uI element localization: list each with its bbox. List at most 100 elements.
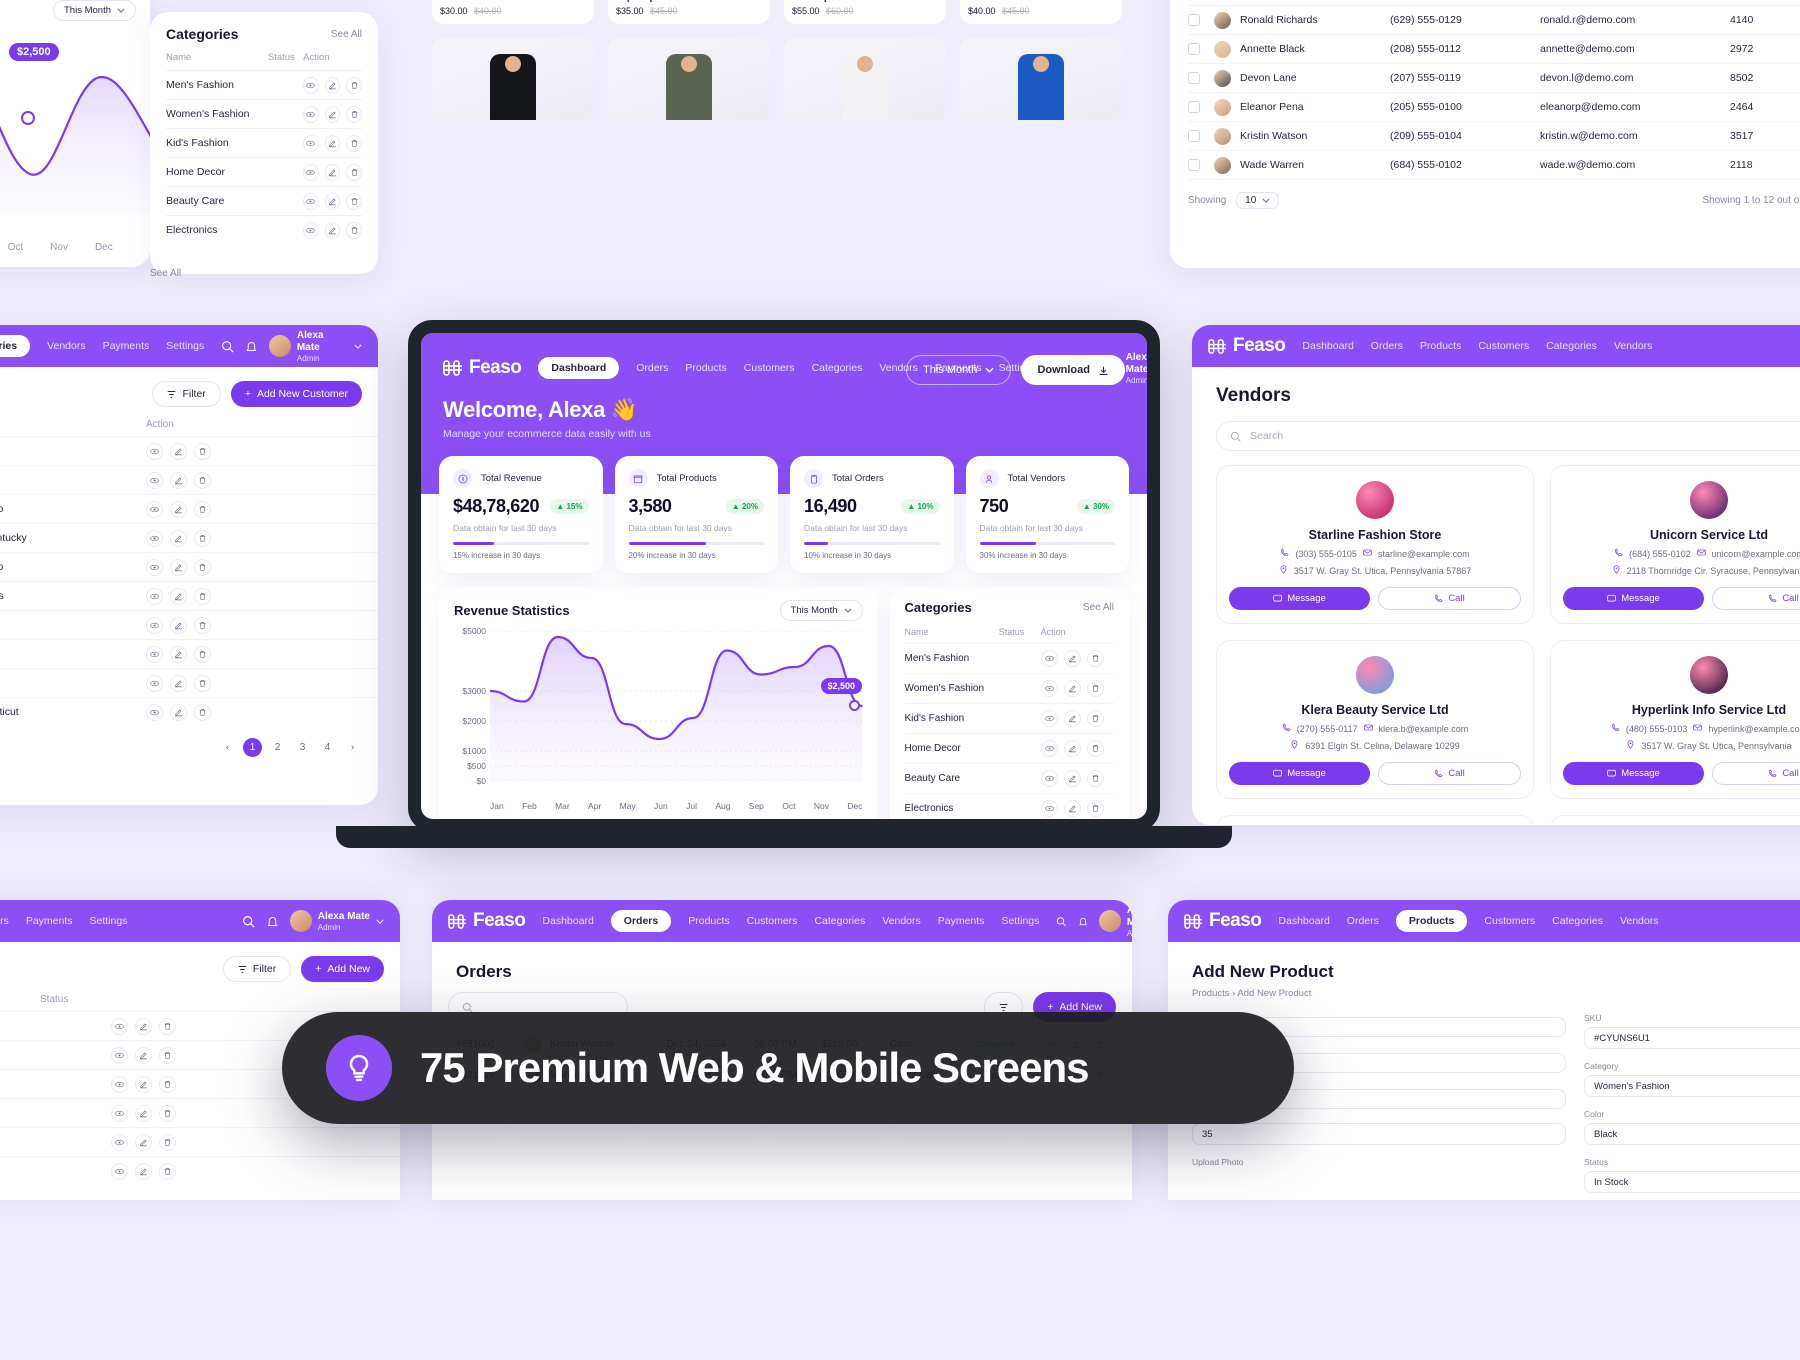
product-card[interactable] xyxy=(784,38,946,120)
add-new-button[interactable]: + Add New xyxy=(301,956,384,982)
view-button[interactable] xyxy=(146,500,163,518)
vendor-card[interactable]: Jacob Co Service Ltd xyxy=(1550,815,1800,825)
nav-payments[interactable]: Payments xyxy=(103,340,150,352)
view-button[interactable] xyxy=(111,1046,128,1064)
edit-button[interactable] xyxy=(170,471,187,489)
nav-settings[interactable]: Settings xyxy=(166,340,204,352)
vendor-card[interactable]: Hyperlink Info Service Ltd (480) 555-010… xyxy=(1550,640,1800,799)
delete-button[interactable] xyxy=(346,134,362,152)
delete-button[interactable] xyxy=(1086,799,1104,817)
call-button[interactable]: Call xyxy=(1712,762,1800,785)
search-icon[interactable] xyxy=(221,340,234,353)
view-button[interactable] xyxy=(303,163,319,181)
download-button[interactable]: Download xyxy=(1021,355,1125,385)
delete-button[interactable] xyxy=(194,616,211,634)
nav-orders[interactable]: Orders xyxy=(636,362,668,374)
view-button[interactable] xyxy=(111,1075,128,1093)
delete-button[interactable] xyxy=(346,192,362,210)
nav-orders[interactable]: Orders xyxy=(1347,915,1379,927)
nav-orders[interactable]: Orders xyxy=(610,910,672,932)
edit-button[interactable] xyxy=(324,134,341,152)
nav-categories[interactable]: Categories xyxy=(1546,340,1597,352)
see-all-link[interactable]: See All xyxy=(331,29,362,40)
edit-button[interactable] xyxy=(170,529,187,547)
edit-button[interactable] xyxy=(324,76,341,94)
nav-categories[interactable]: Categories xyxy=(1552,915,1603,927)
edit-button[interactable] xyxy=(135,1017,152,1035)
edit-button[interactable] xyxy=(1063,799,1081,817)
nav-products[interactable]: Products xyxy=(1395,910,1468,932)
delete-button[interactable] xyxy=(159,1104,176,1122)
edit-button[interactable] xyxy=(324,163,341,181)
view-button[interactable] xyxy=(303,105,319,123)
rows-per-page-select[interactable]: 10 xyxy=(1236,192,1280,209)
delete-button[interactable] xyxy=(194,471,211,489)
delete-button[interactable] xyxy=(1086,769,1104,787)
nav-products[interactable]: Products xyxy=(1420,340,1461,352)
row-checkbox[interactable] xyxy=(1188,159,1200,171)
row-checkbox[interactable] xyxy=(1188,14,1200,26)
edit-button[interactable] xyxy=(1063,769,1081,787)
edit-button[interactable] xyxy=(324,105,341,123)
view-button[interactable] xyxy=(1040,799,1058,817)
delete-button[interactable] xyxy=(1086,649,1104,667)
product-card[interactable]: Topshop Shoulder Dress $35.00 $45.00 xyxy=(608,0,770,24)
nav-products[interactable]: Products xyxy=(688,915,729,927)
filter-button[interactable]: Filter xyxy=(152,381,221,407)
nav-categories[interactable]: Categories xyxy=(812,362,863,374)
edit-button[interactable] xyxy=(135,1162,152,1180)
nav-orders[interactable]: Orders xyxy=(1371,340,1403,352)
nav-categories[interactable]: Categories xyxy=(814,915,865,927)
edit-button[interactable] xyxy=(135,1133,152,1151)
filter-button[interactable]: Filter xyxy=(222,956,292,982)
user-menu[interactable]: Alexa Mate Admin xyxy=(289,910,384,932)
edit-button[interactable] xyxy=(170,674,187,692)
message-button[interactable]: Message xyxy=(1229,762,1370,785)
view-button[interactable] xyxy=(146,674,163,692)
delete-button[interactable] xyxy=(159,1046,176,1064)
view-button[interactable] xyxy=(1040,769,1058,787)
view-button[interactable] xyxy=(146,616,163,634)
edit-button[interactable] xyxy=(170,442,187,460)
view-button[interactable] xyxy=(1040,739,1058,757)
mini-period-chip[interactable]: This Month xyxy=(53,0,136,21)
brand-logo[interactable]: Feaso xyxy=(1184,910,1262,932)
nav-customers[interactable]: Customers xyxy=(744,362,795,374)
nav-payments[interactable]: Payments xyxy=(26,915,73,927)
nav-dashboard[interactable]: Dashboard xyxy=(1302,340,1353,352)
search-icon[interactable] xyxy=(1056,915,1067,928)
nav-dashboard[interactable]: Dashboard xyxy=(1278,915,1329,927)
delete-button[interactable] xyxy=(194,442,211,460)
bell-icon[interactable] xyxy=(1078,915,1088,928)
view-button[interactable] xyxy=(1040,649,1058,667)
edit-button[interactable] xyxy=(135,1075,152,1093)
nav-vendors[interactable]: Vendors xyxy=(1620,915,1659,927)
message-button[interactable]: Message xyxy=(1563,587,1704,610)
edit-button[interactable] xyxy=(324,221,341,239)
field-input[interactable]: #CYUNS6U1 xyxy=(1584,1027,1800,1049)
view-button[interactable] xyxy=(146,442,163,460)
delete-button[interactable] xyxy=(194,500,211,518)
delete-button[interactable] xyxy=(346,221,362,239)
add-new-customer-button[interactable]: + Add New Customer xyxy=(230,381,362,407)
vendor-card[interactable]: Starline Fashion Store (303) 555-0105 st… xyxy=(1216,465,1534,624)
delete-button[interactable] xyxy=(194,529,211,547)
user-menu[interactable]: Alexa Mate Admin xyxy=(268,330,362,363)
row-checkbox[interactable] xyxy=(1188,72,1200,84)
delete-button[interactable] xyxy=(346,105,362,123)
nav-products[interactable]: Products xyxy=(685,362,726,374)
edit-button[interactable] xyxy=(135,1104,152,1122)
edit-button[interactable] xyxy=(170,558,187,576)
view-button[interactable] xyxy=(111,1017,128,1035)
product-card[interactable]: Men Tapered Fit Jeans $55.00 $60.00 xyxy=(784,0,946,24)
view-button[interactable] xyxy=(146,703,163,721)
vendor-card[interactable]: Friaces & Smith Service Ltd xyxy=(1216,815,1534,825)
product-card[interactable] xyxy=(432,38,594,120)
view-button[interactable] xyxy=(111,1162,128,1180)
view-button[interactable] xyxy=(1040,679,1058,697)
delete-button[interactable] xyxy=(159,1162,176,1180)
user-menu[interactable]: Alexa Mate Admin xyxy=(1098,905,1132,938)
delete-button[interactable] xyxy=(159,1133,176,1151)
view-button[interactable] xyxy=(303,192,319,210)
nav-dashboard[interactable]: Dashboard xyxy=(538,357,620,379)
